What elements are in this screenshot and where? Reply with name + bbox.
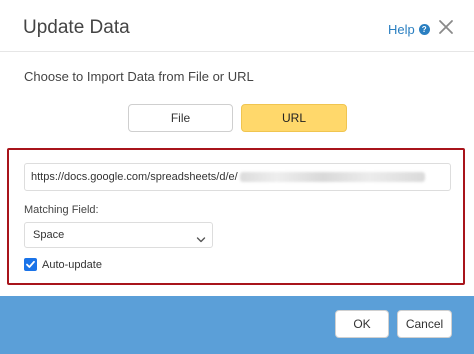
auto-update-label: Auto-update [42, 259, 102, 271]
url-text: https://docs.google.com/spreadsheets/d/e… [31, 171, 238, 183]
import-prompt: Choose to Import Data from File or URL [24, 69, 254, 84]
redacted-url-segment [239, 172, 425, 183]
url-input[interactable]: https://docs.google.com/spreadsheets/d/e… [24, 163, 451, 191]
matching-field-value: Space [33, 229, 65, 241]
file-option-button[interactable]: File [128, 104, 233, 132]
help-icon: ? [418, 24, 430, 35]
update-data-dialog: Update Data Help ? Choose to Import Data… [0, 0, 474, 354]
auto-update-checkbox[interactable] [24, 258, 37, 271]
url-option-button[interactable]: URL [241, 104, 347, 132]
matching-field-label: Matching Field: [24, 204, 99, 216]
cancel-button[interactable]: Cancel [397, 310, 452, 338]
help-label: Help [388, 22, 415, 37]
ok-button[interactable]: OK [335, 310, 389, 338]
dialog-header: Update Data Help ? [0, 0, 474, 52]
checkmark-icon [26, 260, 35, 268]
dialog-title: Update Data [23, 17, 130, 38]
dialog-footer: OK Cancel [0, 296, 474, 354]
matching-field-select[interactable]: Space [24, 222, 213, 248]
close-icon[interactable] [436, 17, 456, 37]
chevron-down-icon [196, 230, 206, 243]
help-link[interactable]: Help ? [388, 22, 430, 37]
